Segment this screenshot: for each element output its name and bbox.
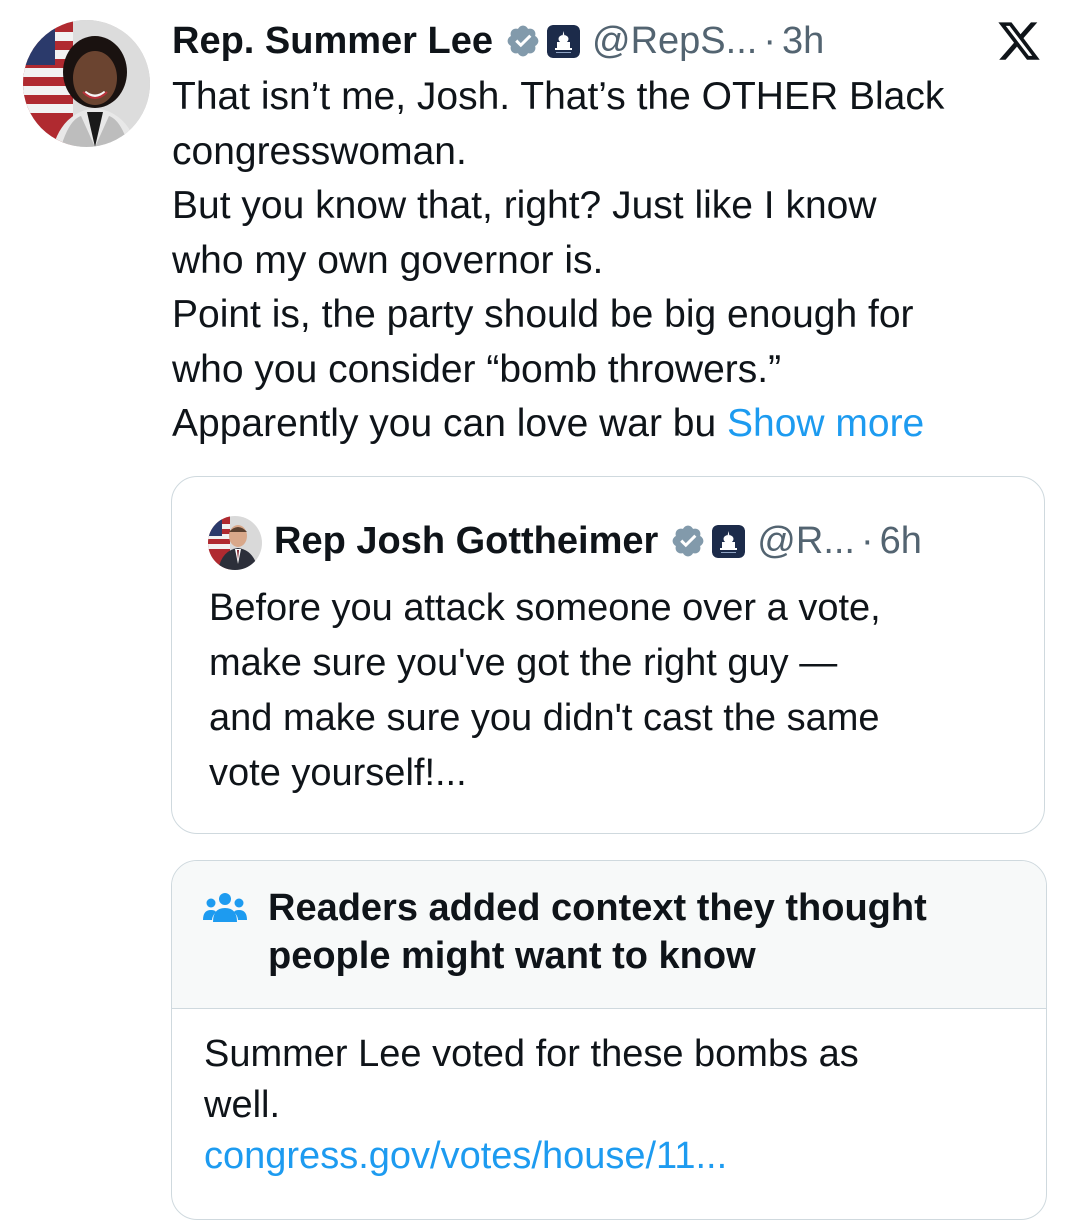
x-logo-icon[interactable]: [996, 18, 1042, 64]
author-name[interactable]: Rep. Summer Lee: [172, 14, 493, 68]
tweet-line-text: Apparently you can love war bu: [172, 402, 717, 445]
community-note-title: Readers added context they thought peopl…: [268, 884, 1028, 980]
capitol-badge-icon: [712, 524, 746, 558]
note-body-line: well.: [204, 1084, 281, 1126]
author-handle[interactable]: @RepS...: [592, 14, 757, 68]
tweet-text: That isn’t me, Josh. That’s the OTHER Bl…: [172, 70, 1052, 452]
quoted-author-handle[interactable]: @R...: [757, 514, 855, 568]
tweet-line-last: Apparently you can love war bu Show more: [172, 397, 1052, 452]
separator-dot: ·: [861, 520, 874, 562]
tweet-line: who you consider “bomb throwers.”: [172, 347, 782, 391]
quoted-tweet-timestamp[interactable]: 6h: [880, 514, 922, 568]
tweet-line: That isn’t me, Josh. That’s the OTHER Bl…: [172, 75, 945, 118]
quoted-tweet-header: Rep Josh Gottheimer @R... · 6h: [274, 514, 922, 568]
quoted-tweet-line: make sure you've got the right guy —: [209, 642, 838, 684]
tweet-line: who my own governor is.: [172, 238, 604, 282]
people-group-icon: [203, 893, 247, 922]
separator-dot: ·: [763, 20, 776, 62]
tweet-header: Rep. Summer Lee @RepS... · 3h: [172, 14, 824, 68]
tweet-line: Point is, the party should be big enough…: [172, 293, 914, 336]
verified-badge-icon: [672, 525, 704, 557]
quoted-tweet-text: Before you attack someone over a vote, m…: [209, 581, 1029, 801]
capitol-badge-icon: [547, 24, 580, 58]
note-body-line: Summer Lee voted for these bombs as: [204, 1033, 859, 1075]
note-title-line: Readers added context they thought: [268, 887, 927, 929]
tweet-timestamp[interactable]: 3h: [782, 14, 824, 68]
author-avatar[interactable]: [23, 20, 150, 147]
community-note-source-link[interactable]: congress.gov/votes/house/11...: [204, 1131, 1024, 1182]
quoted-tweet-line: Before you attack someone over a vote,: [209, 587, 881, 629]
verified-badge-icon: [507, 25, 539, 57]
community-note-body: Summer Lee voted for these bombs as well…: [204, 1029, 1024, 1182]
show-more-link[interactable]: Show more: [727, 402, 924, 445]
tweet-line: But you know that, right? Just like I kn…: [172, 184, 877, 227]
quoted-tweet-line: and make sure you didn't cast the same: [209, 697, 880, 739]
quoted-author-name[interactable]: Rep Josh Gottheimer: [274, 514, 658, 568]
note-title-line: people might want to know: [268, 935, 756, 977]
quoted-tweet-line: vote yourself!...: [209, 752, 467, 794]
tweet-line: congresswoman.: [172, 129, 467, 173]
quoted-author-avatar[interactable]: [208, 516, 262, 570]
